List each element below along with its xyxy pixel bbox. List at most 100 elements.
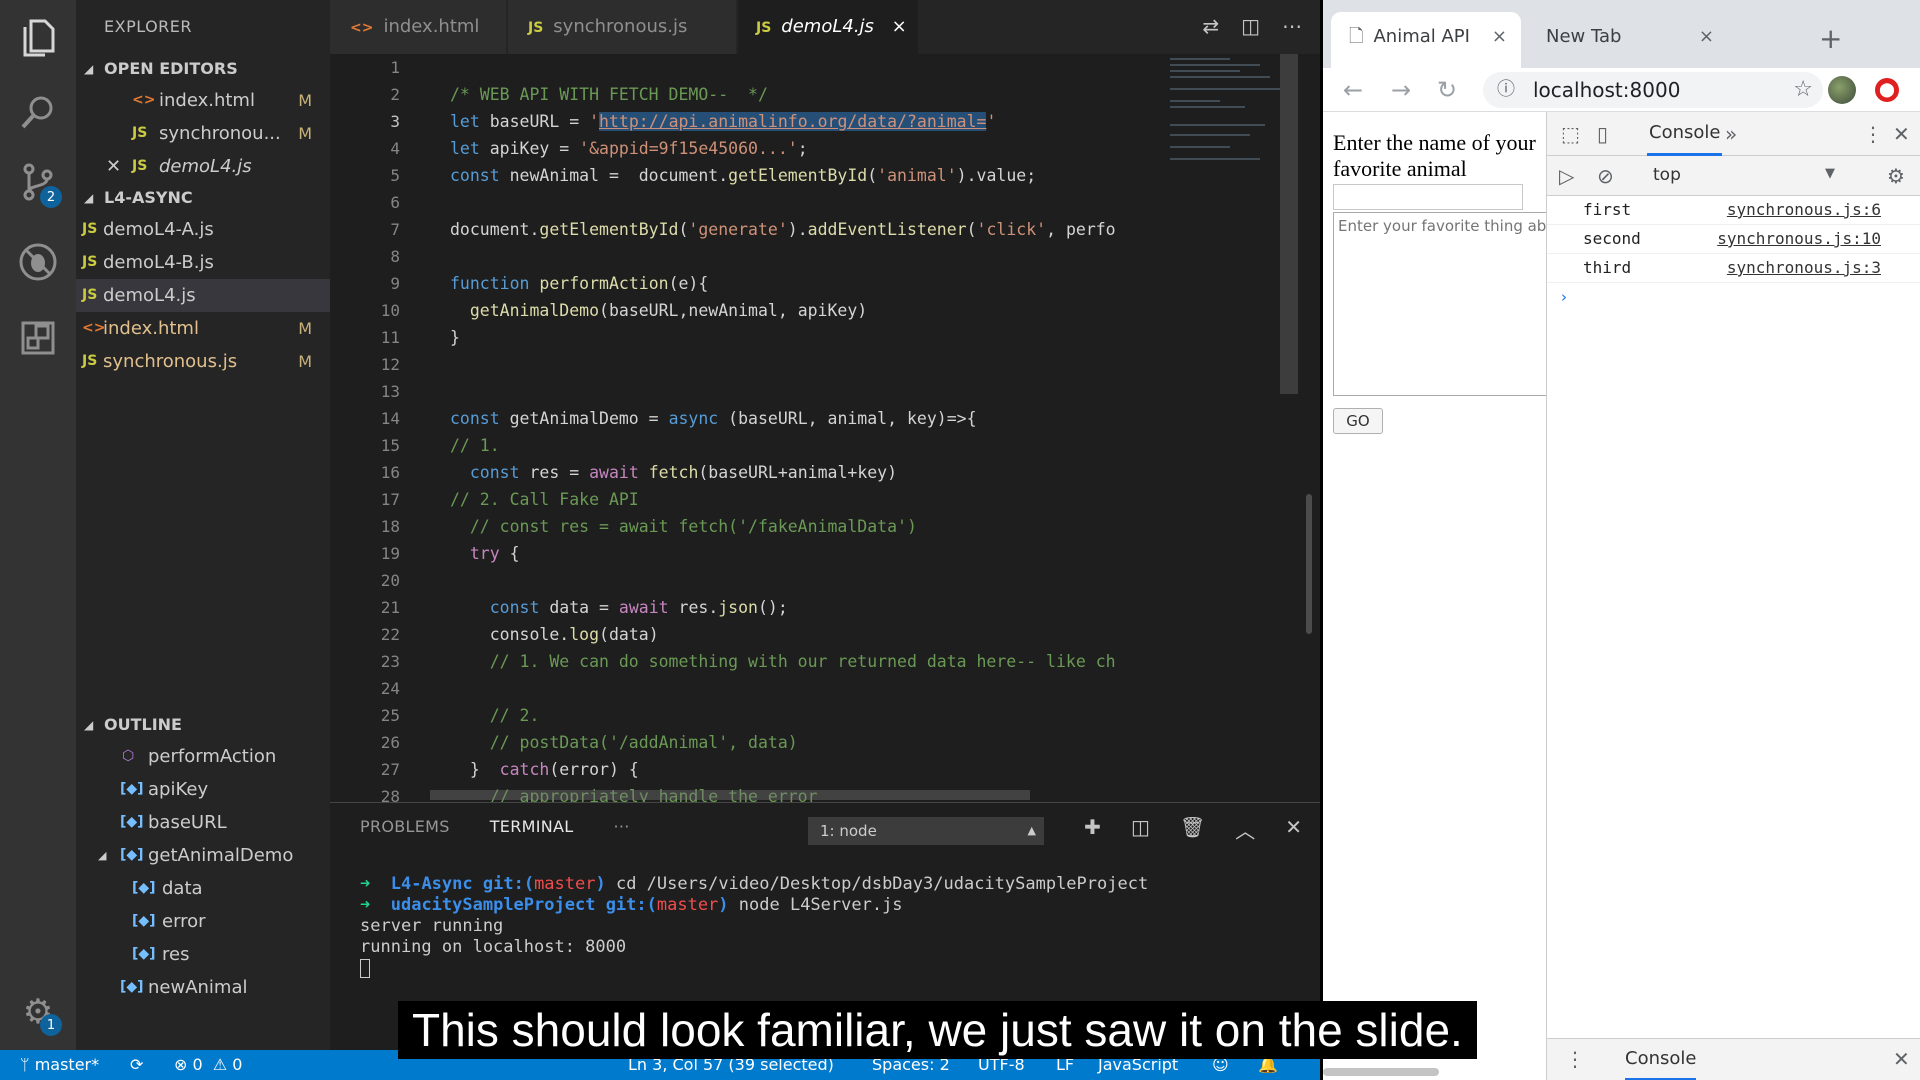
- file-item[interactable]: <> index.html M: [76, 312, 330, 345]
- compare-changes-icon[interactable]: ⇄: [1202, 14, 1219, 38]
- editor-scroll-thumb[interactable]: [1306, 494, 1312, 634]
- terminal-output[interactable]: ➜ L4-Async git:(master) cd /Users/video/…: [360, 853, 1148, 979]
- code-line[interactable]: const getAnimalDemo = async (baseURL, an…: [450, 405, 1270, 432]
- code-line[interactable]: // postData('/addAnimal', data): [450, 729, 1270, 756]
- code-line[interactable]: [450, 378, 1270, 405]
- debug-icon[interactable]: [16, 240, 60, 284]
- code-editor[interactable]: 1 2 3 4 5 6 7 8 9 10 11 12 13 14 15 16 17 18 19 20 21 22 23 24 2…: [330, 54, 1320, 802]
- back-icon[interactable]: ←: [1343, 76, 1363, 104]
- outline-item[interactable]: [◆] apiKey: [76, 773, 330, 806]
- folder-header[interactable]: ◢ L4-ASYNC: [76, 183, 330, 213]
- device-toolbar-icon[interactable]: ▯: [1597, 122, 1608, 146]
- code-line[interactable]: function performAction(e){: [450, 270, 1270, 297]
- code-line[interactable]: [450, 675, 1270, 702]
- close-panel-icon[interactable]: ✕: [1285, 815, 1302, 844]
- files-icon[interactable]: [16, 16, 60, 60]
- maximize-panel-icon[interactable]: ︿: [1235, 815, 1255, 844]
- code-line[interactable]: document.getElementById('generate').addE…: [450, 216, 1270, 243]
- browser-tab-new-tab[interactable]: New Tab ×: [1528, 12, 1728, 68]
- reload-icon[interactable]: ↻: [1437, 76, 1457, 104]
- code-line[interactable]: let apiKey = '&appid=9f15e45060...';: [450, 135, 1270, 162]
- outline-item[interactable]: [◆] data: [76, 872, 330, 905]
- trash-icon[interactable]: 🗑: [1180, 815, 1205, 844]
- browser-tab-animal-api[interactable]: 🗋 Animal API ×: [1331, 12, 1521, 68]
- code-line[interactable]: // 2. Call Fake API: [450, 486, 1270, 513]
- close-tab-icon[interactable]: ×: [1699, 12, 1714, 62]
- horizontal-scrollbar[interactable]: [1323, 1068, 1439, 1076]
- code-line[interactable]: [450, 243, 1270, 270]
- editor-scrollbar[interactable]: [1280, 54, 1298, 394]
- tab-console[interactable]: Console: [1647, 112, 1723, 156]
- extension-icon[interactable]: ⬤: [1875, 78, 1899, 102]
- code-line[interactable]: getAnimalDemo(baseURL,newAnimal, apiKey): [450, 297, 1270, 324]
- outline-item[interactable]: [◆] error: [76, 905, 330, 938]
- forward-icon[interactable]: →: [1391, 76, 1411, 104]
- tab-demol4-js[interactable]: JS demoL4.js ×: [738, 0, 918, 54]
- code-line[interactable]: const data = await res.json();: [450, 594, 1270, 621]
- outline-item[interactable]: [◆] res: [76, 938, 330, 971]
- sync-icon[interactable]: ⟳: [130, 1050, 143, 1080]
- code-line[interactable]: // 1.: [450, 432, 1270, 459]
- code-line[interactable]: [450, 189, 1270, 216]
- open-editors-header[interactable]: ◢ OPEN EDITORS: [76, 54, 330, 84]
- more-actions-icon[interactable]: ⋯: [1282, 14, 1302, 38]
- code-line[interactable]: // 2.: [450, 702, 1270, 729]
- address-bar[interactable]: ⓘ localhost:8000 ☆: [1483, 72, 1823, 108]
- code-line[interactable]: // const res = await fetch('/fakeAnimalD…: [450, 513, 1270, 540]
- open-editor-item[interactable]: JS synchronou... M: [76, 117, 330, 150]
- tab-problems[interactable]: PROBLEMS: [360, 817, 450, 836]
- tab-index-html[interactable]: <> index.html: [330, 0, 506, 54]
- problems-status[interactable]: ⊗ 0 ⚠ 0: [174, 1050, 242, 1080]
- code-line[interactable]: [450, 54, 1270, 81]
- file-item[interactable]: JS demoL4-B.js: [76, 246, 330, 279]
- settings-gear-icon[interactable]: ⚙ 1: [16, 990, 62, 1036]
- animal-input[interactable]: [1333, 184, 1523, 210]
- panel-more-icon[interactable]: ···: [614, 817, 630, 836]
- minimap[interactable]: [1170, 54, 1290, 194]
- drawer-menu-icon[interactable]: ⋮: [1565, 1047, 1585, 1071]
- code-line[interactable]: }: [450, 324, 1270, 351]
- open-editor-item[interactable]: <> index.html M: [76, 84, 330, 117]
- code-line[interactable]: } catch(error) {: [450, 756, 1270, 783]
- code-line[interactable]: const newAnimal = document.getElementByI…: [450, 162, 1270, 189]
- info-icon[interactable]: ⓘ: [1497, 72, 1515, 108]
- branch-status[interactable]: ᛘ master*: [20, 1050, 99, 1080]
- outline-item[interactable]: ⬡ performAction: [76, 740, 330, 773]
- close-tab-icon[interactable]: ×: [892, 16, 907, 37]
- log-source-link[interactable]: synchronous.js:3: [1727, 254, 1881, 282]
- close-tab-icon[interactable]: ×: [1492, 12, 1507, 62]
- source-control-icon[interactable]: 2: [16, 160, 62, 208]
- inspect-element-icon[interactable]: ⬚: [1561, 122, 1580, 146]
- code-line[interactable]: // 1. We can do something with our retur…: [450, 648, 1270, 675]
- file-item[interactable]: JS synchronous.js M: [76, 345, 330, 378]
- console-prompt-icon[interactable]: ›: [1561, 288, 1567, 306]
- code-line[interactable]: [450, 351, 1270, 378]
- code-line[interactable]: /* WEB API WITH FETCH DEMO-- */: [450, 81, 1270, 108]
- log-source-link[interactable]: synchronous.js:6: [1727, 196, 1881, 224]
- console-settings-icon[interactable]: ⚙: [1887, 164, 1905, 188]
- close-drawer-icon[interactable]: ✕: [1893, 1047, 1910, 1071]
- outline-item[interactable]: ◢ [◆] getAnimalDemo: [76, 839, 330, 872]
- code-line[interactable]: [450, 567, 1270, 594]
- new-tab-icon[interactable]: +: [1819, 22, 1842, 55]
- drawer-tab-console[interactable]: Console: [1625, 1039, 1697, 1080]
- terminal-select[interactable]: 1: node ▲: [808, 817, 1044, 845]
- log-source-link[interactable]: synchronous.js:10: [1717, 225, 1881, 253]
- code-area[interactable]: /* WEB API WITH FETCH DEMO-- */let baseU…: [450, 54, 1270, 802]
- context-select[interactable]: top: [1653, 165, 1681, 185]
- bookmark-star-icon[interactable]: ☆: [1793, 72, 1813, 108]
- outline-item[interactable]: [◆] newAnimal: [76, 971, 330, 1004]
- more-tabs-icon[interactable]: »: [1725, 122, 1737, 146]
- code-line[interactable]: const res = await fetch(baseURL+animal+k…: [450, 459, 1270, 486]
- profile-avatar[interactable]: [1828, 76, 1856, 104]
- search-icon[interactable]: [16, 90, 60, 134]
- split-editor-icon[interactable]: ◫: [1241, 14, 1260, 38]
- file-item-selected[interactable]: JS demoL4.js: [76, 279, 330, 312]
- sidebar-toggle-icon[interactable]: ▷: [1559, 164, 1574, 188]
- favorite-textarea[interactable]: Enter your favorite thing ab: [1333, 212, 1547, 396]
- code-line[interactable]: console.log(data): [450, 621, 1270, 648]
- extensions-icon[interactable]: [16, 316, 60, 360]
- code-line[interactable]: let baseURL = 'http://api.animalinfo.org…: [450, 108, 1270, 135]
- file-item[interactable]: JS demoL4-A.js: [76, 213, 330, 246]
- tab-synchronous-js[interactable]: JS synchronous.js: [508, 0, 736, 54]
